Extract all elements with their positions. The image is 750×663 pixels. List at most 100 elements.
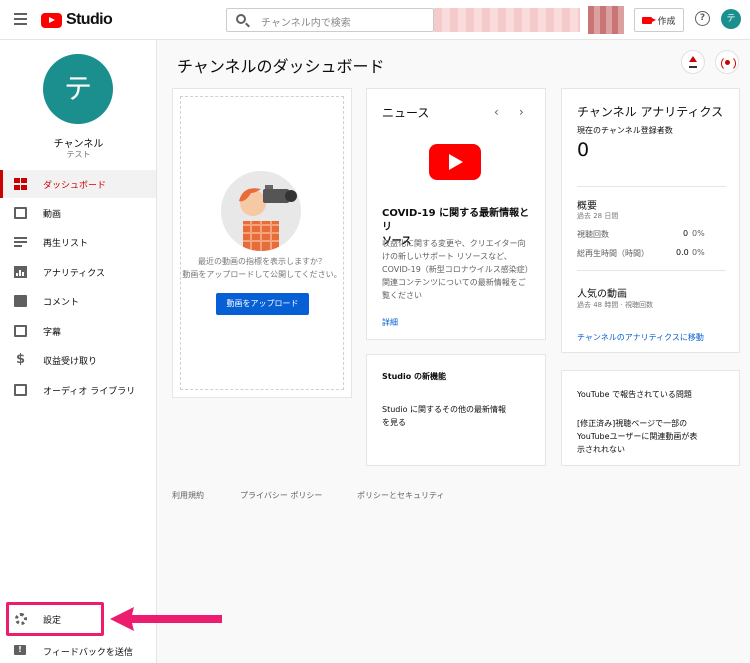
sidebar: テ チャンネル テスト ダッシュボード 動画 再生リスト アナリティクス コメン… bbox=[0, 40, 157, 663]
top-bar: Studio チャンネル内で検索 作成 ? テ bbox=[0, 0, 750, 40]
views-value: 0 bbox=[683, 229, 689, 238]
upload-card: 最近の動画の指標を表示しますか？ 動画をアップロードして公開してください。 動画… bbox=[172, 88, 352, 398]
create-button[interactable]: 作成 bbox=[634, 8, 684, 32]
channel-sub: テスト bbox=[66, 150, 91, 159]
analytics-card: チャンネル アナリティクス 現在のチャンネル登録者数 0 概要 過去 28 日間… bbox=[561, 88, 740, 353]
upload-prompt-line2: 動画をアップロードして公開してください。 bbox=[182, 270, 342, 279]
summary-heading: 概要 bbox=[577, 201, 597, 212]
sidebar-item-label: コメント bbox=[43, 297, 80, 308]
sidebar-item-audio-library[interactable]: オーディオ ライブラリ bbox=[0, 376, 156, 404]
watch-time-label: 総再生時間（時間） bbox=[577, 249, 649, 258]
help-icon[interactable]: ? bbox=[695, 11, 710, 26]
sidebar-item-dashboard[interactable]: ダッシュボード bbox=[0, 170, 156, 198]
issue-link[interactable]: [修正済み]視聴ページで一部の YouTubeユーザーに関連動画が表 示されれな… bbox=[577, 417, 727, 456]
news-card: ニュース ‹ › COVID-19 に関する最新情報とリ ソース 収益化に関する… bbox=[366, 88, 546, 340]
analytics-title: チャンネル アナリティクス bbox=[577, 105, 724, 119]
sidebar-item-label: 動画 bbox=[43, 209, 62, 220]
policy-link[interactable]: ポリシーとセキュリティ bbox=[357, 490, 445, 501]
comment-icon bbox=[14, 295, 27, 307]
search-input[interactable]: チャンネル内で検索 bbox=[226, 8, 434, 32]
channel-avatar[interactable]: テ bbox=[43, 54, 113, 124]
views-label: 視聴回数 bbox=[577, 230, 609, 239]
views-pct: 0% bbox=[692, 229, 705, 238]
news-body-line: けの新しいサポート リソースなど、 bbox=[382, 252, 512, 261]
popular-period: 過去 48 時間 · 視聴回数 bbox=[577, 301, 654, 309]
channel-name: チャンネル bbox=[53, 139, 104, 150]
upload-video-button[interactable]: 動画をアップロード bbox=[216, 293, 309, 315]
upload-icon[interactable] bbox=[681, 50, 705, 74]
audio-library-icon bbox=[14, 384, 27, 396]
page-title: チャンネルのダッシュボード bbox=[177, 57, 385, 76]
camera-person-illustration bbox=[221, 171, 301, 251]
whats-new-heading: Studio の新機能 bbox=[382, 372, 447, 381]
views-row: 視聴回数 0 0% bbox=[577, 229, 726, 240]
privacy-link[interactable]: プライバシー ポリシー bbox=[240, 490, 322, 501]
annotation-arrow-icon bbox=[110, 607, 222, 631]
settings-label: 設定 bbox=[43, 615, 62, 626]
sidebar-item-label: ダッシュボード bbox=[43, 180, 107, 191]
camera-icon bbox=[642, 16, 657, 24]
redacted-area bbox=[434, 8, 580, 32]
subtitles-icon bbox=[14, 325, 27, 337]
feedback-icon: ! bbox=[14, 645, 26, 655]
sidebar-item-comments[interactable]: コメント bbox=[0, 287, 156, 315]
sidebar-item-label: 字幕 bbox=[43, 327, 62, 338]
sidebar-item-videos[interactable]: 動画 bbox=[0, 199, 156, 227]
news-body-line: 関連コンテンツについての最新情報をご bbox=[382, 278, 526, 287]
news-details-link[interactable]: 詳細 bbox=[382, 317, 398, 328]
whats-new-link[interactable]: Studio に関するその他の最新情報 を見る bbox=[382, 403, 522, 429]
search-placeholder: チャンネル内で検索 bbox=[261, 18, 351, 29]
news-title-line1: COVID-19 に関する最新情報とリ bbox=[382, 208, 530, 233]
popular-heading: 人気の動画 bbox=[577, 289, 627, 300]
news-body-line: COVID-19（新型コロナウイルス感染症） bbox=[382, 265, 533, 274]
account-avatar[interactable]: テ bbox=[721, 9, 741, 29]
news-body-line: 覧ください bbox=[382, 291, 422, 300]
logo-text: Studio bbox=[66, 11, 113, 28]
studio-logo[interactable]: Studio bbox=[41, 11, 113, 29]
upload-prompt: 最近の動画の指標を表示しますか？ 動画をアップロードして公開してください。 bbox=[173, 255, 351, 281]
whats-new-card: Studio の新機能 Studio に関するその他の最新情報 を見る bbox=[366, 354, 546, 466]
divider bbox=[577, 186, 726, 187]
sidebar-item-settings[interactable]: 設定 bbox=[6, 602, 104, 636]
watch-time-pct: 0% bbox=[692, 248, 705, 257]
subscribers-label: 現在のチャンネル登録者数 bbox=[577, 126, 673, 135]
dollar-icon: $ bbox=[15, 352, 26, 367]
sidebar-item-label: 収益受け取り bbox=[43, 356, 98, 367]
sidebar-item-monetization[interactable]: $ 収益受け取り bbox=[0, 346, 156, 374]
gear-icon bbox=[15, 613, 27, 625]
upload-prompt-line1: 最近の動画の指標を表示しますか？ bbox=[198, 257, 326, 266]
known-issues-card: YouTube で報告されている問題 [修正済み]視聴ページで一部の YouTu… bbox=[561, 370, 740, 466]
issue-line3: 示されれない bbox=[577, 445, 625, 454]
youtube-logo-icon bbox=[41, 12, 62, 28]
youtube-play-icon bbox=[429, 144, 481, 180]
analytics-icon bbox=[14, 266, 27, 278]
analytics-link[interactable]: チャンネルのアナリティクスに移動 bbox=[577, 332, 704, 343]
whats-new-line2: を見る bbox=[382, 418, 406, 427]
subscribers-value: 0 bbox=[577, 139, 590, 161]
create-label: 作成 bbox=[657, 16, 676, 27]
summary-period: 過去 28 日間 bbox=[577, 212, 619, 220]
divider bbox=[577, 270, 726, 271]
issue-line1: [修正済み]視聴ページで一部の bbox=[577, 419, 688, 428]
watch-time-row: 総再生時間（時間） 0.0 0% bbox=[577, 248, 726, 259]
sidebar-item-label: オーディオ ライブラリ bbox=[43, 386, 136, 397]
live-stream-icon[interactable] bbox=[715, 50, 739, 74]
video-icon bbox=[14, 207, 27, 219]
news-body-line: 収益化に関する変更や、クリエイター向 bbox=[382, 239, 526, 248]
dashboard-icon bbox=[14, 178, 27, 190]
issue-line2: YouTubeユーザーに関連動画が表 bbox=[577, 432, 698, 441]
terms-link[interactable]: 利用規約 bbox=[172, 490, 204, 501]
chevron-right-icon[interactable]: › bbox=[519, 105, 524, 119]
search-icon bbox=[236, 14, 246, 24]
sidebar-item-label: アナリティクス bbox=[43, 268, 106, 279]
redacted-area bbox=[588, 6, 624, 34]
sidebar-item-subtitles[interactable]: 字幕 bbox=[0, 317, 156, 345]
sidebar-item-playlists[interactable]: 再生リスト bbox=[0, 228, 156, 256]
menu-icon[interactable] bbox=[14, 13, 27, 25]
chevron-left-icon[interactable]: ‹ bbox=[494, 105, 499, 119]
watch-time-value: 0.0 bbox=[676, 248, 689, 257]
sidebar-item-analytics[interactable]: アナリティクス bbox=[0, 258, 156, 286]
feedback-label: フィードバックを送信 bbox=[43, 647, 133, 658]
sidebar-item-feedback[interactable]: ! フィードバックを送信 bbox=[0, 638, 156, 663]
issues-heading: YouTube で報告されている問題 bbox=[577, 390, 692, 399]
